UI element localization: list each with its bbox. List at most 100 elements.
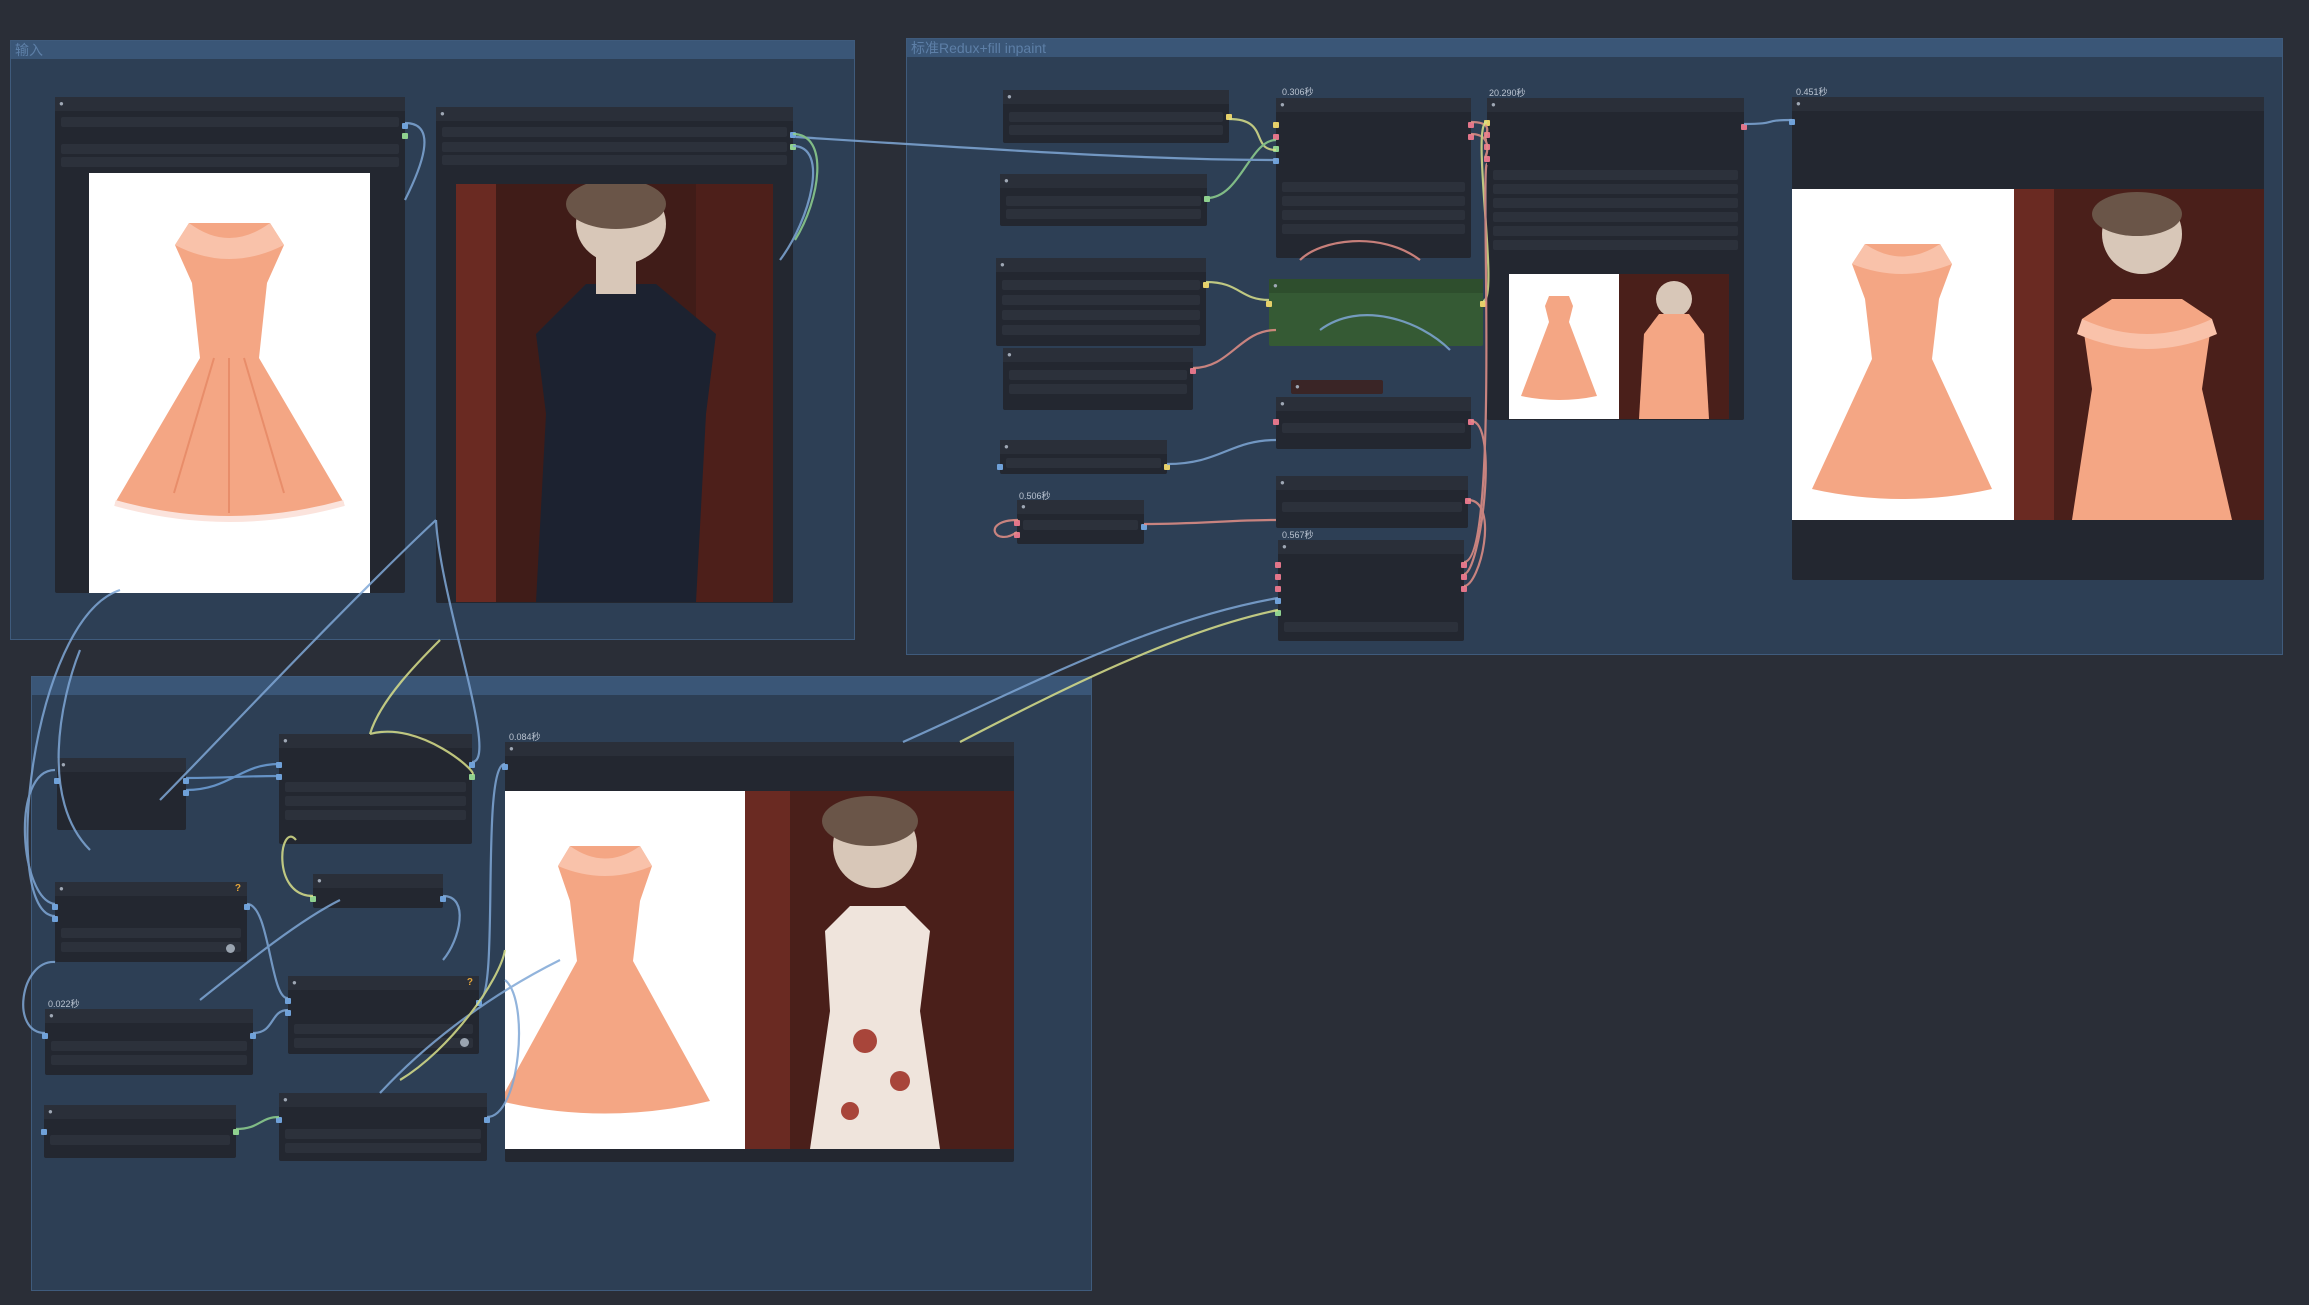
input-port[interactable] (1014, 532, 1020, 538)
param-field[interactable] (1282, 423, 1465, 433)
collapse-icon[interactable]: ● (1295, 383, 1300, 391)
output-port[interactable] (1468, 134, 1474, 140)
image-select-field[interactable] (442, 127, 787, 137)
vae-loader-node[interactable]: ● (1003, 348, 1196, 410)
node-header[interactable]: ● (1269, 279, 1483, 293)
param-field[interactable] (51, 1041, 247, 1051)
input-port[interactable] (1275, 610, 1281, 616)
input-port[interactable] (1275, 586, 1281, 592)
input-port[interactable] (997, 464, 1003, 470)
image-size-node[interactable]: ● (54, 758, 189, 830)
param-field[interactable] (61, 928, 241, 938)
preview-image-node[interactable]: ● 0.451秒 (1789, 87, 2264, 580)
collapse-icon[interactable]: ● (1007, 93, 1012, 101)
image-op-node[interactable]: ● (1273, 397, 1474, 449)
collapse-icon[interactable]: ● (283, 1096, 288, 1104)
input-port[interactable] (1014, 520, 1020, 526)
node-header[interactable]: ● (55, 97, 405, 111)
output-port[interactable] (250, 1033, 256, 1039)
input-port[interactable] (1789, 119, 1795, 125)
input-port[interactable] (1484, 144, 1490, 150)
text-encode-node[interactable]: ● (997, 440, 1170, 474)
concat-preview-node[interactable]: ● 0.084秒 (502, 732, 1014, 1162)
output-image-port[interactable] (402, 123, 408, 129)
param-field[interactable] (285, 1129, 481, 1139)
collapse-icon[interactable]: ● (1280, 479, 1285, 487)
node-header[interactable]: ● (288, 976, 479, 990)
model-name-field[interactable] (1006, 196, 1201, 206)
collapse-icon[interactable]: ● (1000, 261, 1005, 269)
clip-loader-node[interactable]: ● (1003, 90, 1232, 143)
input-port[interactable] (1273, 146, 1279, 152)
param-field[interactable] (285, 782, 466, 792)
output-port[interactable] (1461, 562, 1467, 568)
input-port[interactable] (41, 1129, 47, 1135)
output-mask-port[interactable] (790, 144, 796, 150)
param-field[interactable] (1282, 502, 1462, 512)
node-header[interactable]: ● (279, 734, 472, 748)
node-header[interactable]: ● (1276, 98, 1471, 112)
control-after-generate-field[interactable] (1493, 184, 1738, 194)
weight-dtype-field[interactable] (1002, 295, 1200, 305)
upload-options-field[interactable] (442, 155, 787, 165)
collapse-icon[interactable]: ● (440, 110, 445, 118)
input-port[interactable] (52, 916, 58, 922)
output-port[interactable] (233, 1129, 239, 1135)
image-select-field[interactable] (61, 117, 399, 127)
node-header[interactable]: ● (1278, 540, 1464, 554)
upload-button[interactable] (61, 144, 399, 154)
upload-options-field[interactable] (61, 157, 399, 167)
output-port[interactable] (1203, 282, 1209, 288)
input-port[interactable] (1484, 156, 1490, 162)
node-header[interactable]: ● (57, 758, 186, 772)
node-header[interactable]: ● (44, 1105, 236, 1119)
input-port[interactable] (276, 762, 282, 768)
input-port[interactable] (502, 764, 508, 770)
load-image-node-model[interactable]: ● (436, 107, 796, 603)
param-field[interactable] (1282, 210, 1465, 220)
node-header[interactable]: ● (1792, 97, 2264, 111)
param-field[interactable] (294, 1024, 473, 1034)
input-port[interactable] (1484, 120, 1490, 126)
input-port[interactable] (1275, 574, 1281, 580)
collapse-icon[interactable]: ● (1273, 282, 1278, 290)
style-apply-node[interactable]: ● 0.306秒 (1273, 87, 1474, 258)
node-header[interactable]: ● (505, 742, 1014, 756)
toggle-knob[interactable] (460, 1038, 469, 1047)
model-group-node[interactable]: ● (1266, 279, 1486, 346)
output-port[interactable] (244, 904, 250, 910)
collapsed-node[interactable]: ● (1291, 380, 1383, 394)
param-field[interactable] (294, 1038, 473, 1048)
input-port[interactable] (276, 774, 282, 780)
collapse-icon[interactable]: ● (1004, 443, 1009, 451)
param-field[interactable] (50, 1135, 230, 1145)
steps-field[interactable] (1493, 198, 1738, 208)
node-header[interactable]: ● (279, 1093, 487, 1107)
node-header[interactable]: ● (45, 1009, 253, 1023)
resize-node[interactable]: ● 0.022秒 (42, 999, 256, 1075)
output-port[interactable] (1480, 301, 1486, 307)
collapse-icon[interactable]: ● (509, 745, 514, 753)
node-header[interactable]: ● (996, 258, 1206, 272)
input-port[interactable] (1273, 134, 1279, 140)
collapse-icon[interactable]: ● (1021, 503, 1026, 511)
param-field[interactable] (285, 810, 466, 820)
collapse-icon[interactable]: ● (292, 979, 297, 987)
input-port[interactable] (1273, 419, 1279, 425)
output-port[interactable] (1468, 419, 1474, 425)
param-field[interactable] (285, 1143, 481, 1153)
param-field[interactable] (1282, 224, 1465, 234)
conditioning-node[interactable]: ● 0.506秒 (1014, 491, 1147, 544)
input-port[interactable] (285, 998, 291, 1004)
image-concat-node[interactable]: ● (276, 734, 475, 844)
output-port[interactable] (1461, 586, 1467, 592)
node-header[interactable]: ● (1000, 174, 1207, 188)
output-port[interactable] (469, 774, 475, 780)
output-port[interactable] (1468, 122, 1474, 128)
ksampler-node[interactable]: ● 20.290秒 (1484, 88, 1747, 420)
param-field[interactable] (1282, 182, 1465, 192)
node-header[interactable]: ● (1003, 348, 1193, 362)
option-field[interactable] (1002, 310, 1200, 320)
output-port[interactable] (1141, 524, 1147, 530)
output-port[interactable] (469, 762, 475, 768)
